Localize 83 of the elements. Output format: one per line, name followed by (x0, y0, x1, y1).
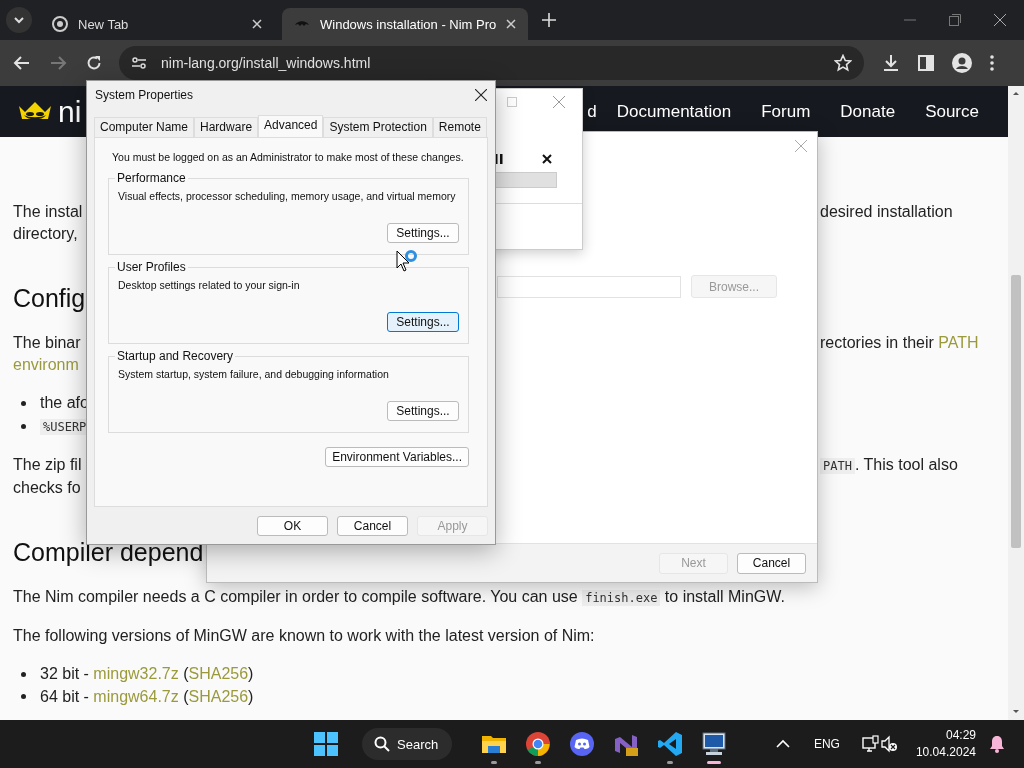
environment-variables-button[interactable]: Environment Variables... (325, 447, 469, 467)
section-heading: Config (13, 283, 86, 314)
paragraph-text: The Nim compiler needs a C compiler in order to compile software. You can use finish.exe to install MinGW. (13, 587, 785, 608)
new-tab-icon[interactable] (542, 13, 557, 27)
settings-button[interactable]: Settings... (387, 401, 459, 421)
tab[interactable]: Computer Name (94, 117, 195, 137)
paragraph-text: desired installation (820, 202, 953, 222)
nav-link[interactable]: Forum (761, 101, 811, 122)
tab[interactable]: Hardware (194, 117, 259, 137)
tab-list-icon[interactable] (6, 7, 32, 33)
group-title: Startup and Recovery (116, 349, 235, 363)
paragraph-text: rectories in their PATH (820, 333, 979, 353)
dialog-button[interactable]: Cancel (337, 516, 408, 536)
paragraph-text: PATH . This tool also (820, 454, 958, 477)
nav-link[interactable]: Source (925, 101, 979, 122)
paragraph-text: The following versions of MinGW are known to work with the latest version of Nim: (13, 626, 595, 646)
logo-text[interactable]: ni (58, 94, 82, 129)
bullet-icon (21, 694, 26, 700)
browser-tab[interactable]: Windows installation - Nim Pro (282, 8, 529, 40)
group-description: Visual effects, processor scheduling, memory usage, and virtual memory (118, 190, 456, 202)
tab[interactable]: Advanced (258, 115, 324, 137)
group-description: System startup, system failure, and debugging information (118, 368, 389, 380)
nav-link[interactable]: Documentation (616, 101, 732, 122)
dialog-button[interactable]: OK (257, 516, 328, 536)
chrome-icon[interactable] (525, 731, 552, 757)
angle-logo-icon[interactable] (657, 731, 684, 757)
pause-icon[interactable] (495, 154, 503, 164)
bell-icon[interactable] (988, 735, 1006, 753)
menu-icon[interactable] (990, 55, 994, 71)
nav-link[interactable]: Donate (840, 101, 896, 122)
running-indicator (491, 761, 498, 764)
monitor-icon[interactable] (701, 731, 728, 757)
browser-tab[interactable]: New Tab (40, 8, 274, 40)
url-text: nim-lang.org/install_windows.html (161, 55, 372, 71)
restore-icon[interactable] (949, 14, 961, 26)
note-text: You must be logged on as an Administrator to make most of these changes. (111, 151, 464, 163)
clock[interactable]: 04:29 10.04.2024 (915, 727, 976, 761)
address-bar[interactable]: nim-lang.org/install_windows.html (119, 46, 864, 80)
paragraph-text: directory, (13, 224, 78, 244)
paragraph-text: The instal (13, 202, 83, 222)
group-description: Desktop settings related to your sign-in (118, 279, 300, 291)
paragraph-text: 64 bit - mingw64.7z (SHA256) (40, 686, 254, 707)
muted-speaker-icon[interactable] (879, 735, 898, 753)
search-button[interactable]: Search (362, 728, 453, 760)
search-icon (374, 736, 390, 752)
star-icon[interactable] (834, 54, 852, 72)
section-heading: Compiler depend (13, 537, 204, 568)
settings-button[interactable]: Settings... (387, 312, 459, 332)
tab-title: Windows installation - Nim Pro (320, 16, 497, 32)
paragraph-text: The zip fil (13, 455, 82, 475)
footer-button[interactable]: Cancel (737, 552, 806, 574)
side-panel-icon[interactable] (918, 55, 934, 71)
close-icon[interactable] (475, 88, 487, 101)
tab-title: New Tab (78, 16, 130, 32)
bullet-icon (21, 671, 26, 677)
close-icon[interactable] (542, 154, 552, 164)
paragraph-text: 32 bit - mingw32.7z (SHA256) (40, 664, 254, 684)
chevron-up-icon[interactable] (775, 739, 790, 749)
close-icon[interactable] (994, 14, 1006, 26)
network-icon[interactable] (861, 735, 880, 753)
tab[interactable]: Remote (432, 117, 487, 137)
running-indicator (707, 761, 722, 764)
paragraph-text: checks fo (13, 478, 81, 498)
language-indicator[interactable]: ENG (813, 737, 840, 751)
window-title: System Properties (95, 87, 194, 102)
running-indicator (535, 761, 542, 764)
settings-button[interactable]: Settings... (387, 223, 459, 243)
game-controller-icon[interactable] (569, 731, 596, 757)
nav-link[interactable]: d (587, 101, 597, 122)
paragraph-text: The binar (13, 333, 81, 353)
tab[interactable]: System Protection (323, 117, 433, 137)
group-title: User Profiles (116, 260, 187, 274)
path-input-field[interactable] (497, 275, 681, 298)
profile-icon[interactable] (952, 53, 972, 73)
bullet-icon (21, 400, 26, 406)
site-info-icon[interactable] (131, 55, 147, 71)
back-arrow-icon[interactable] (13, 54, 31, 72)
running-indicator (667, 761, 674, 764)
windows-logo-icon[interactable] (314, 732, 338, 756)
reload-icon[interactable] (85, 54, 103, 72)
group-title: Performance (116, 171, 187, 185)
download-icon[interactable] (882, 54, 900, 72)
bullet-icon (21, 423, 26, 429)
